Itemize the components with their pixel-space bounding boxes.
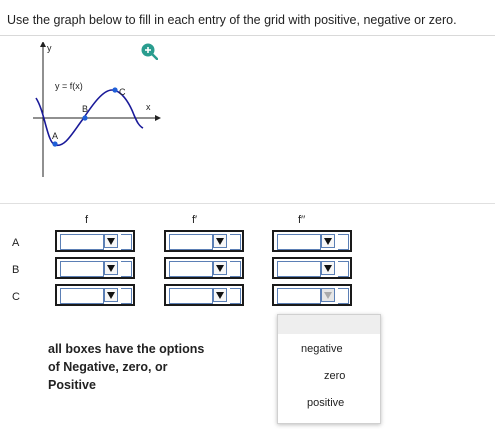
cell-c-f-prime-select[interactable] — [164, 284, 244, 306]
column-header-f-prime: f′ — [192, 214, 198, 226]
select-border — [121, 234, 132, 250]
dropdown-option-positive[interactable]: positive — [307, 397, 344, 409]
point-a-marker — [52, 141, 58, 147]
chevron-down-icon[interactable] — [321, 288, 335, 302]
cell-c-f-double-prime-select[interactable] — [272, 284, 352, 306]
point-c-label: C — [119, 87, 126, 97]
dropdown-menu[interactable]: negative zero positive — [277, 314, 381, 424]
cell-a-f-double-prime-select[interactable] — [272, 230, 352, 252]
dropdown-option-zero[interactable]: zero — [324, 370, 345, 382]
column-header-f: f — [85, 214, 89, 226]
cell-b-f-prime-select[interactable] — [164, 257, 244, 279]
cell-b-f-select[interactable] — [55, 257, 135, 279]
point-a-label: A — [52, 131, 58, 141]
cell-value — [60, 288, 104, 304]
point-c-marker — [112, 87, 118, 93]
select-border — [230, 261, 241, 277]
row-label-c: C — [12, 291, 20, 303]
select-border — [338, 288, 349, 304]
row-label-a: A — [12, 237, 20, 249]
zoom-in-icon[interactable] — [140, 42, 158, 60]
cell-value — [169, 288, 213, 304]
cell-b-f-double-prime-select[interactable] — [272, 257, 352, 279]
select-border — [121, 288, 132, 304]
chevron-down-icon[interactable] — [104, 234, 118, 248]
chevron-down-icon[interactable] — [213, 234, 227, 248]
cell-value — [277, 288, 321, 304]
cell-a-f-prime-select[interactable] — [164, 230, 244, 252]
dropdown-blank-option[interactable] — [278, 315, 380, 334]
function-graph: y x y = f(x) A B C — [33, 42, 161, 177]
cell-a-f-select[interactable] — [55, 230, 135, 252]
grid-divider — [0, 203, 495, 204]
select-border — [230, 234, 241, 250]
x-axis-label: x — [146, 102, 151, 112]
cell-c-f-select[interactable] — [55, 284, 135, 306]
options-note: all boxes have the options of Negative, … — [48, 342, 205, 392]
chevron-down-icon[interactable] — [321, 261, 335, 275]
select-border — [338, 261, 349, 277]
point-b-label: B — [82, 104, 88, 114]
y-axis-label: y — [47, 43, 52, 53]
instruction-text: Use the graph below to fill in each entr… — [7, 13, 457, 27]
point-b-marker — [82, 115, 88, 121]
row-label-b: B — [12, 264, 20, 276]
cell-value — [277, 261, 321, 277]
cell-value — [60, 234, 104, 250]
select-border — [121, 261, 132, 277]
column-header-f-double-prime: f′′ — [298, 214, 306, 226]
cell-value — [169, 261, 213, 277]
cell-value — [60, 261, 104, 277]
dropdown-option-negative[interactable]: negative — [301, 343, 343, 355]
select-border — [338, 234, 349, 250]
select-border — [230, 288, 241, 304]
chevron-down-icon[interactable] — [213, 288, 227, 302]
chevron-down-icon[interactable] — [104, 261, 118, 275]
function-label: y = f(x) — [55, 81, 83, 91]
cell-value — [277, 234, 321, 250]
chevron-down-icon[interactable] — [104, 288, 118, 302]
header-divider — [0, 35, 495, 36]
chevron-down-icon[interactable] — [321, 234, 335, 248]
cell-value — [169, 234, 213, 250]
chevron-down-icon[interactable] — [213, 261, 227, 275]
